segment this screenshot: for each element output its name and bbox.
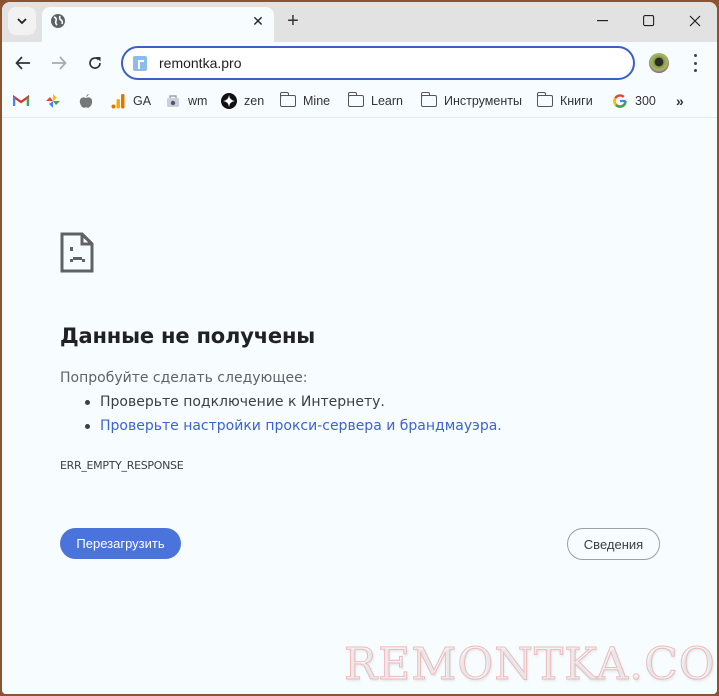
tab-close-icon[interactable]: ✕ — [248, 11, 268, 31]
site-favicon-icon — [133, 56, 147, 71]
folder-icon — [536, 92, 553, 109]
bookmark-label: wm — [188, 94, 208, 108]
maximize-button[interactable] — [634, 10, 664, 32]
maximize-icon — [643, 15, 655, 27]
bookmark-label: Книги — [560, 94, 593, 108]
analytics-icon — [110, 93, 126, 109]
minimize-icon — [597, 20, 608, 22]
browser-window: ✕ + remontka.pro GA wm zen Mine Learn Ин… — [2, 2, 717, 694]
bookmark-label: 300 — [635, 94, 656, 108]
bookmark-label: zen — [244, 94, 265, 108]
bookmark-folder-mine[interactable]: Mine — [279, 92, 331, 110]
bookmark-wm[interactable]: wm — [165, 92, 207, 110]
tab-search-button[interactable] — [8, 7, 36, 35]
close-icon — [689, 15, 701, 27]
reload-page-button[interactable]: Перезагрузить — [60, 528, 181, 559]
bookmark-zen[interactable]: zen — [221, 92, 264, 110]
bookmark-ga[interactable]: GA — [110, 92, 151, 110]
bookmark-label: GA — [133, 94, 152, 108]
arrow-right-icon — [52, 56, 67, 70]
folder-icon — [420, 92, 437, 109]
zen-icon — [221, 93, 237, 109]
bookmarks-overflow-button[interactable]: » — [676, 92, 684, 110]
address-bar[interactable]: remontka.pro — [121, 46, 635, 80]
apple-icon — [78, 93, 94, 109]
new-tab-button[interactable]: + — [282, 10, 304, 32]
details-button[interactable]: Сведения — [567, 528, 660, 560]
chevron-double-right-icon: » — [676, 93, 684, 109]
dot-icon — [693, 61, 697, 65]
suggestion-proxy-firewall-link[interactable]: Проверьте настройки прокси-сервера и бра… — [82, 417, 502, 441]
close-window-button[interactable] — [680, 10, 710, 32]
profile-avatar[interactable] — [649, 53, 669, 73]
bookmark-pinwheel[interactable] — [45, 92, 68, 110]
arrow-left-icon — [15, 56, 30, 70]
bookmark-300[interactable]: 300 — [612, 92, 656, 110]
bookmark-folder-books[interactable]: Книги — [536, 92, 593, 110]
chevron-down-icon — [17, 18, 27, 25]
url-text[interactable]: remontka.pro — [159, 55, 241, 71]
bookmarks-bar: GA wm zen Mine Learn Инструменты Книги 3… — [2, 84, 717, 118]
bookmark-folder-tools[interactable]: Инструменты — [420, 92, 522, 110]
folder-icon — [347, 92, 364, 109]
tab-strip: ✕ + — [2, 2, 717, 42]
reload-button[interactable] — [84, 52, 106, 74]
suggestion-check-connection: Проверьте подключение к Интернету. — [82, 393, 502, 417]
google-icon — [612, 93, 628, 109]
error-page: Данные не получены Попробуйте сделать сл… — [2, 119, 717, 694]
bookmark-apple[interactable] — [78, 92, 101, 110]
reload-icon — [89, 57, 101, 69]
minimize-button[interactable] — [588, 10, 618, 32]
bookmark-folder-learn[interactable]: Learn — [347, 92, 403, 110]
webmaster-icon — [165, 93, 181, 109]
bookmark-label: Learn — [371, 94, 403, 108]
error-code: ERR_EMPTY_RESPONSE — [60, 459, 184, 472]
error-title: Данные не получены — [60, 324, 316, 348]
globe-icon — [51, 14, 65, 28]
bookmark-gmail[interactable] — [13, 92, 36, 110]
error-hint: Попробуйте сделать следующее: — [60, 370, 308, 386]
sad-page-icon — [60, 232, 94, 273]
watermark: REMONTKA.COM — [344, 639, 717, 691]
forward-button[interactable] — [48, 52, 70, 74]
dot-icon — [693, 54, 697, 57]
menu-button[interactable] — [690, 54, 700, 72]
bookmark-label: Mine — [303, 94, 331, 108]
back-button[interactable] — [12, 52, 34, 74]
pinwheel-icon — [45, 93, 61, 109]
dot-icon — [693, 69, 697, 72]
bookmark-label: Инструменты — [444, 94, 522, 108]
tab-active[interactable]: ✕ — [42, 7, 274, 42]
toolbar: remontka.pro — [2, 42, 717, 84]
gmail-icon — [13, 93, 29, 109]
folder-icon — [279, 92, 296, 109]
suggestions-list: Проверьте подключение к Интернету. Прове… — [82, 393, 502, 441]
